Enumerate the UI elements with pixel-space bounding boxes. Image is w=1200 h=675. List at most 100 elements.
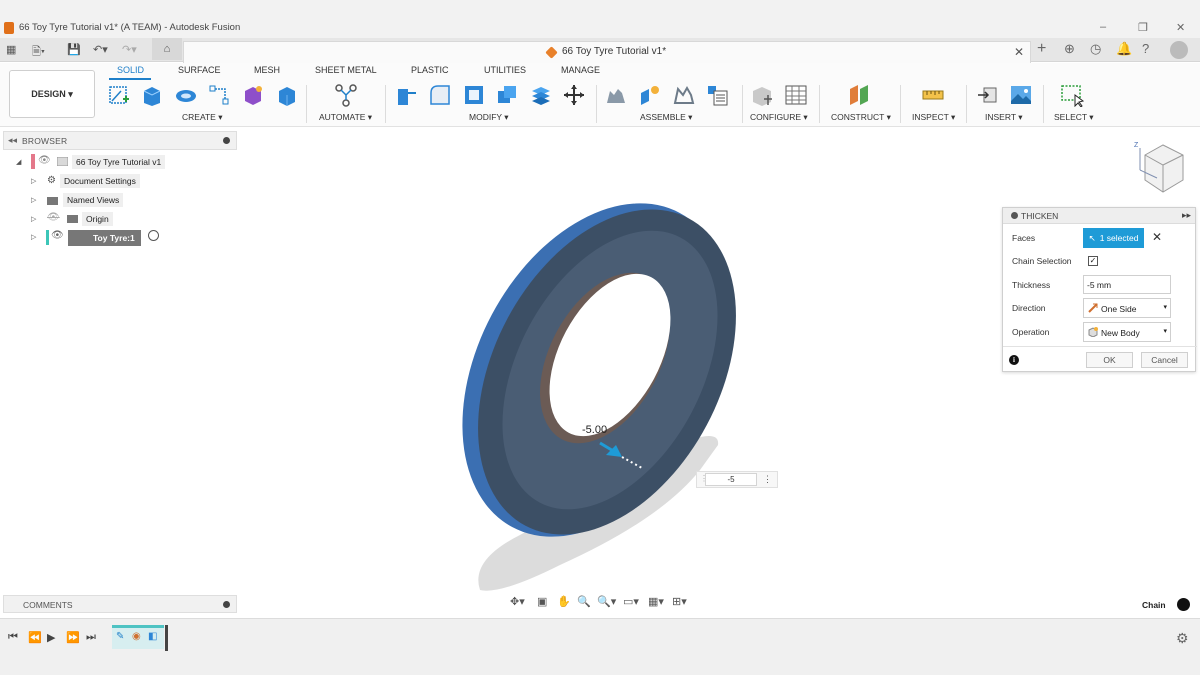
joint-icon[interactable] <box>638 83 662 107</box>
inspect-group-label[interactable]: INSPECT ▾ <box>912 112 955 123</box>
fit-zoom-icon[interactable]: 🔍▾ <box>597 595 616 608</box>
construct-plane-icon[interactable] <box>847 83 871 107</box>
file-menu-icon[interactable]: 🗎▾ <box>32 43 45 62</box>
user-avatar[interactable] <box>1170 41 1188 59</box>
new-tab-icon[interactable]: + <box>1037 40 1046 58</box>
document-tab-close[interactable]: ✕ <box>1014 45 1024 59</box>
notifications-icon[interactable]: 🔔 <box>1116 41 1132 57</box>
insert-canvas-icon[interactable] <box>1009 83 1033 107</box>
direction-dropdown[interactable]: One Side ▾ <box>1083 298 1171 318</box>
chain-selection-checkbox[interactable]: ✓ <box>1088 256 1098 266</box>
modify-group-label[interactable]: MODIFY ▾ <box>469 112 509 123</box>
viewports-icon[interactable]: ⊞▾ <box>672 595 687 608</box>
construct-group-label[interactable]: CONSTRUCT ▾ <box>831 112 891 123</box>
combine-icon[interactable] <box>495 83 519 107</box>
home-icon[interactable]: ⌂ <box>152 38 182 60</box>
operation-dropdown[interactable]: New Body ▾ <box>1083 322 1171 342</box>
info-icon[interactable]: i <box>1009 355 1019 365</box>
timeline-marker[interactable] <box>165 625 168 651</box>
extrude-icon[interactable] <box>140 83 164 107</box>
press-pull-icon[interactable] <box>394 83 418 107</box>
faces-selection-button[interactable]: ↖ 1 selected <box>1083 228 1144 248</box>
more-options-icon[interactable]: ⋮ <box>763 474 772 485</box>
redo-icon[interactable]: ↷▾ <box>122 43 137 56</box>
configure-group-label[interactable]: CONFIGURE ▾ <box>750 112 808 123</box>
thickness-inline-input[interactable]: -5 <box>705 473 757 486</box>
chain-mode-icon[interactable] <box>1177 598 1190 611</box>
step-back-icon[interactable]: ⏪ <box>28 631 42 644</box>
minimize-button[interactable]: – <box>1100 21 1106 33</box>
cancel-button[interactable]: Cancel <box>1141 352 1188 368</box>
play-icon[interactable]: ▶ <box>47 631 55 644</box>
create-sketch-icon[interactable] <box>107 83 131 107</box>
save-icon[interactable]: 💾 <box>67 43 81 56</box>
timeline-revolve-icon[interactable]: ◉ <box>132 631 141 642</box>
undo-icon[interactable]: ↶▾ <box>93 43 108 56</box>
thickness-value-box: ⋮ -5 ⋮ <box>696 471 778 488</box>
fusion-app-icon <box>4 22 14 34</box>
ok-button[interactable]: OK <box>1086 352 1133 368</box>
select-group-label[interactable]: SELECT ▾ <box>1054 112 1094 123</box>
tab-sheet-metal[interactable]: SHEET METAL <box>315 65 377 75</box>
job-status-icon[interactable]: ◷ <box>1090 41 1101 57</box>
go-to-end-icon[interactable]: ⏭ <box>86 631 96 644</box>
close-window-button[interactable]: ✕ <box>1176 21 1185 34</box>
thicken-header[interactable]: THICKEN ▸▸ <box>1003 208 1195 224</box>
timeline-sketch-icon[interactable]: ✎ <box>116 631 124 642</box>
select-icon[interactable] <box>1060 83 1084 107</box>
help-icon[interactable]: ? <box>1142 41 1149 56</box>
tab-solid[interactable]: SOLID <box>117 65 144 75</box>
step-forward-icon[interactable]: ⏩ <box>66 631 80 644</box>
as-built-joint-icon[interactable] <box>672 83 696 107</box>
move-copy-icon[interactable] <box>562 83 586 107</box>
restore-button[interactable]: ❐ <box>1138 21 1148 34</box>
thicken-collapse-icon[interactable] <box>1011 212 1018 219</box>
box-icon[interactable] <box>275 83 299 107</box>
view-cube[interactable] <box>1139 144 1184 193</box>
shell-icon[interactable] <box>462 83 486 107</box>
insert-derive-icon[interactable] <box>976 83 1000 107</box>
zoom-icon[interactable]: 🔍 <box>577 595 591 608</box>
workspace-switcher[interactable]: DESIGN ▾ <box>9 70 95 118</box>
measure-icon[interactable] <box>921 83 945 107</box>
tab-manage[interactable]: MANAGE <box>561 65 600 75</box>
pan-icon[interactable]: ✋ <box>557 595 571 608</box>
dimension-label[interactable]: -5.00 <box>582 424 607 436</box>
3d-viewport[interactable] <box>0 128 1200 618</box>
tab-surface[interactable]: SURFACE <box>178 65 221 75</box>
grid-menu-icon[interactable]: ▦ <box>6 43 16 56</box>
configuration-table-icon[interactable] <box>784 83 808 107</box>
timeline-settings-icon[interactable]: ⚙ <box>1176 630 1189 647</box>
assemble-group-label[interactable]: ASSEMBLE ▾ <box>640 112 692 123</box>
tab-mesh[interactable]: MESH <box>254 65 280 75</box>
bill-of-materials-icon[interactable] <box>705 83 729 107</box>
look-at-icon[interactable]: ▣ <box>537 595 547 608</box>
insert-group-label[interactable]: INSERT ▾ <box>985 112 1023 123</box>
tab-utilities[interactable]: UTILITIES <box>484 65 526 75</box>
expand-dialog-icon[interactable]: ▸▸ <box>1182 210 1191 221</box>
automate-group-label[interactable]: AUTOMATE ▾ <box>319 112 372 123</box>
thickness-input[interactable]: -5 mm <box>1083 275 1171 294</box>
document-tab[interactable]: 66 Toy Tyre Tutorial v1* ✕ <box>183 41 1031 63</box>
form-icon[interactable] <box>241 83 265 107</box>
clear-selection-icon[interactable]: ✕ <box>1152 230 1162 244</box>
timeline-thicken-icon[interactable]: ◧ <box>148 631 157 642</box>
sweep-icon[interactable] <box>207 83 231 107</box>
revolve-icon[interactable] <box>174 83 198 107</box>
go-to-start-icon[interactable]: ⏮ <box>8 631 18 644</box>
timeline-feature-group[interactable]: ✎ ◉ ◧ <box>112 625 164 649</box>
create-group-label[interactable]: CREATE ▾ <box>182 112 222 123</box>
chain-mode-label: Chain <box>1142 600 1166 610</box>
view-cube-z-axis: Z <box>1134 142 1139 149</box>
orbit-icon[interactable]: ✥▾ <box>510 595 525 608</box>
extensions-icon[interactable]: ⊕ <box>1064 41 1075 57</box>
configure-icon[interactable] <box>750 83 774 107</box>
fillet-icon[interactable] <box>428 83 452 107</box>
new-component-icon[interactable] <box>604 83 628 107</box>
offset-face-icon[interactable] <box>529 83 553 107</box>
display-settings-icon[interactable]: ▭▾ <box>623 595 639 608</box>
tab-plastic[interactable]: PLASTIC <box>411 65 449 75</box>
grid-settings-icon[interactable]: ▦▾ <box>648 595 664 608</box>
chain-selection-row: Chain Selection ✓ <box>1003 250 1197 272</box>
automate-icon[interactable] <box>334 83 358 107</box>
